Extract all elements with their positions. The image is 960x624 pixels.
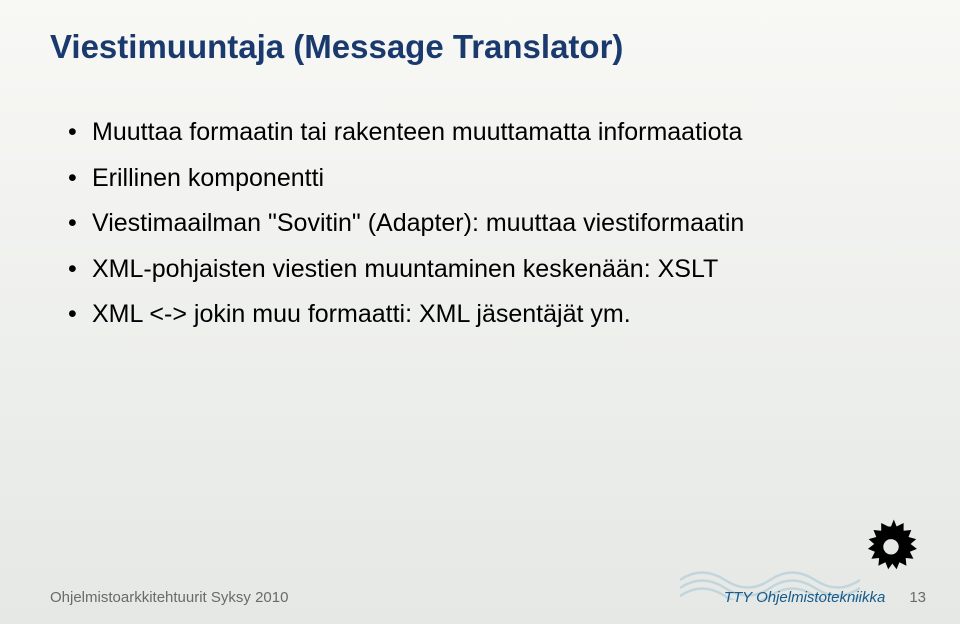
page-number: 13 [909, 589, 926, 606]
bullet-list: Muuttaa formaatin tai rakenteen muuttama… [50, 114, 910, 334]
bullet-item: Erillinen komponentti [68, 160, 910, 198]
slide-title: Viestimuuntaja (Message Translator) [50, 28, 910, 66]
gear-icon [856, 516, 926, 586]
footer-right-text: TTY Ohjelmistotekniikka [724, 589, 885, 606]
bullet-item: XML <-> jokin muu formaatti: XML jäsentä… [68, 296, 910, 334]
footer-left-text: Ohjelmistoarkkitehtuurit Syksy 2010 [50, 589, 724, 606]
footer: Ohjelmistoarkkitehtuurit Syksy 2010 TTY … [0, 589, 960, 606]
bullet-item: Muuttaa formaatin tai rakenteen muuttama… [68, 114, 910, 152]
bullet-item: Viestimaailman "Sovitin" (Adapter): muut… [68, 205, 910, 243]
bullet-item: XML-pohjaisten viestien muuntaminen kesk… [68, 251, 910, 289]
slide: Viestimuuntaja (Message Translator) Muut… [0, 0, 960, 624]
